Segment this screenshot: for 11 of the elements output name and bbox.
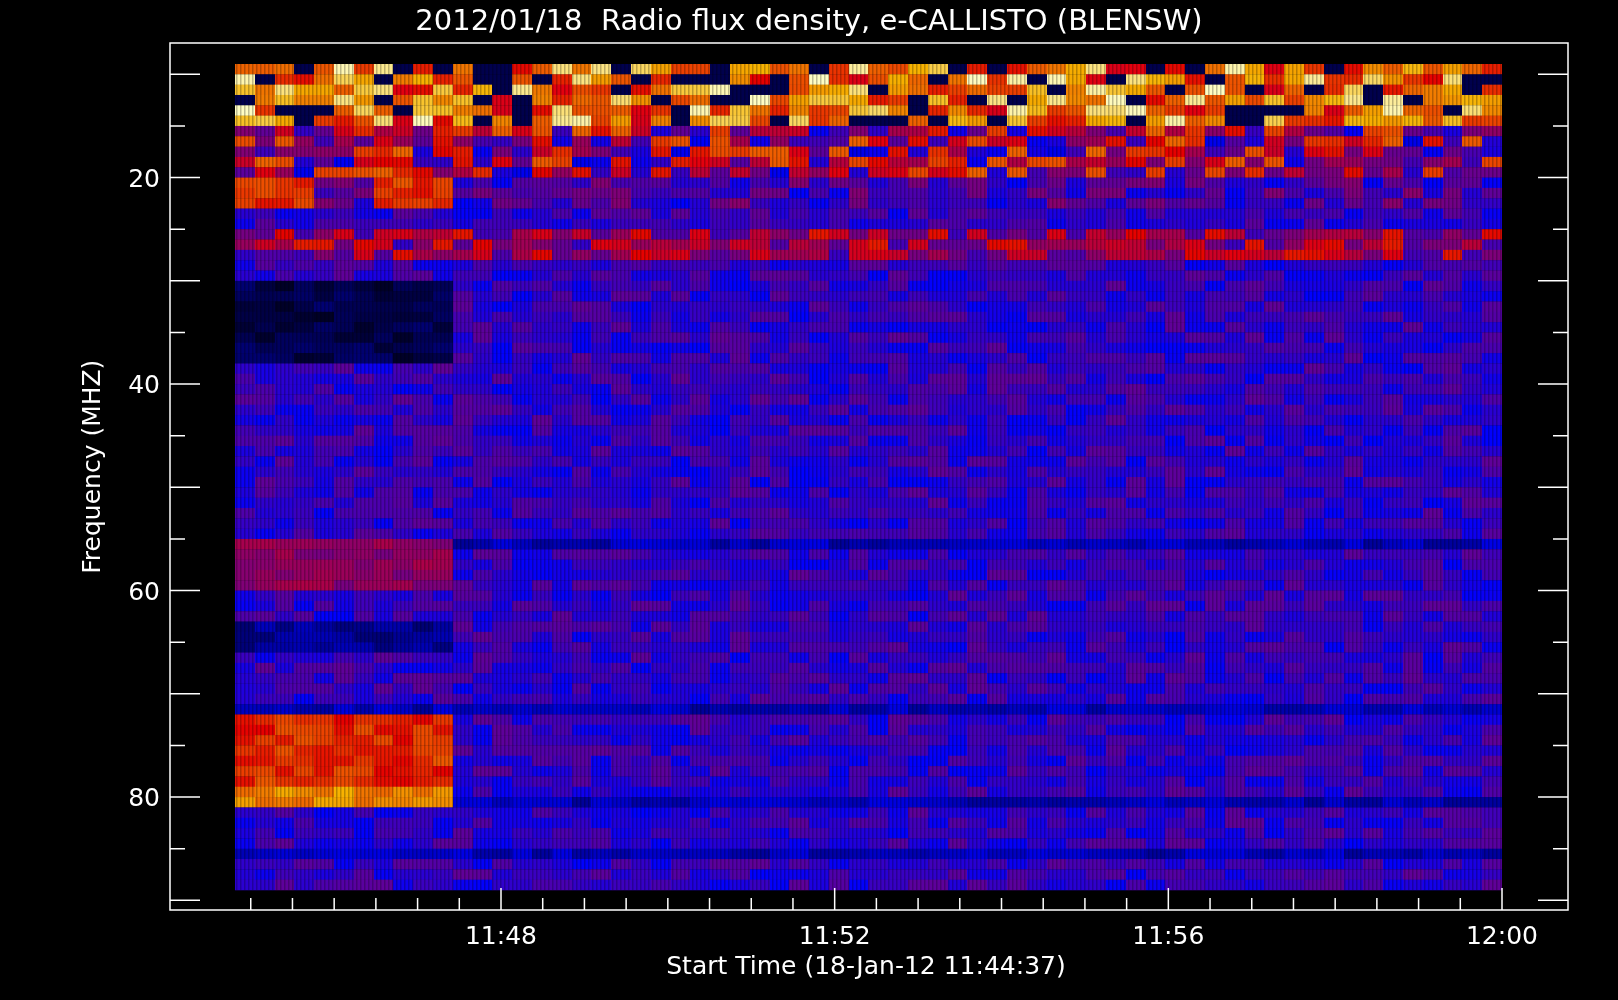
y-tick-label: 40 [128,370,160,400]
x-tick-label: 12:00 [1466,921,1538,950]
chart-title: 2012/01/18 Radio flux density, e-CALLISTO (BLENSW) [415,5,1203,35]
x-tick-label: 11:56 [1132,921,1205,950]
x-tick-label: 11:52 [798,921,871,950]
y-tick-label: 60 [128,576,160,606]
y-axis-label: Frequency (MHZ) [77,359,106,574]
y-tick-label: 20 [128,163,160,193]
x-axis-label: Start Time (18-Jan-12 11:44:37) [666,951,1066,980]
x-tick-label: 11:48 [465,921,537,950]
y-tick-label: 80 [128,783,160,813]
